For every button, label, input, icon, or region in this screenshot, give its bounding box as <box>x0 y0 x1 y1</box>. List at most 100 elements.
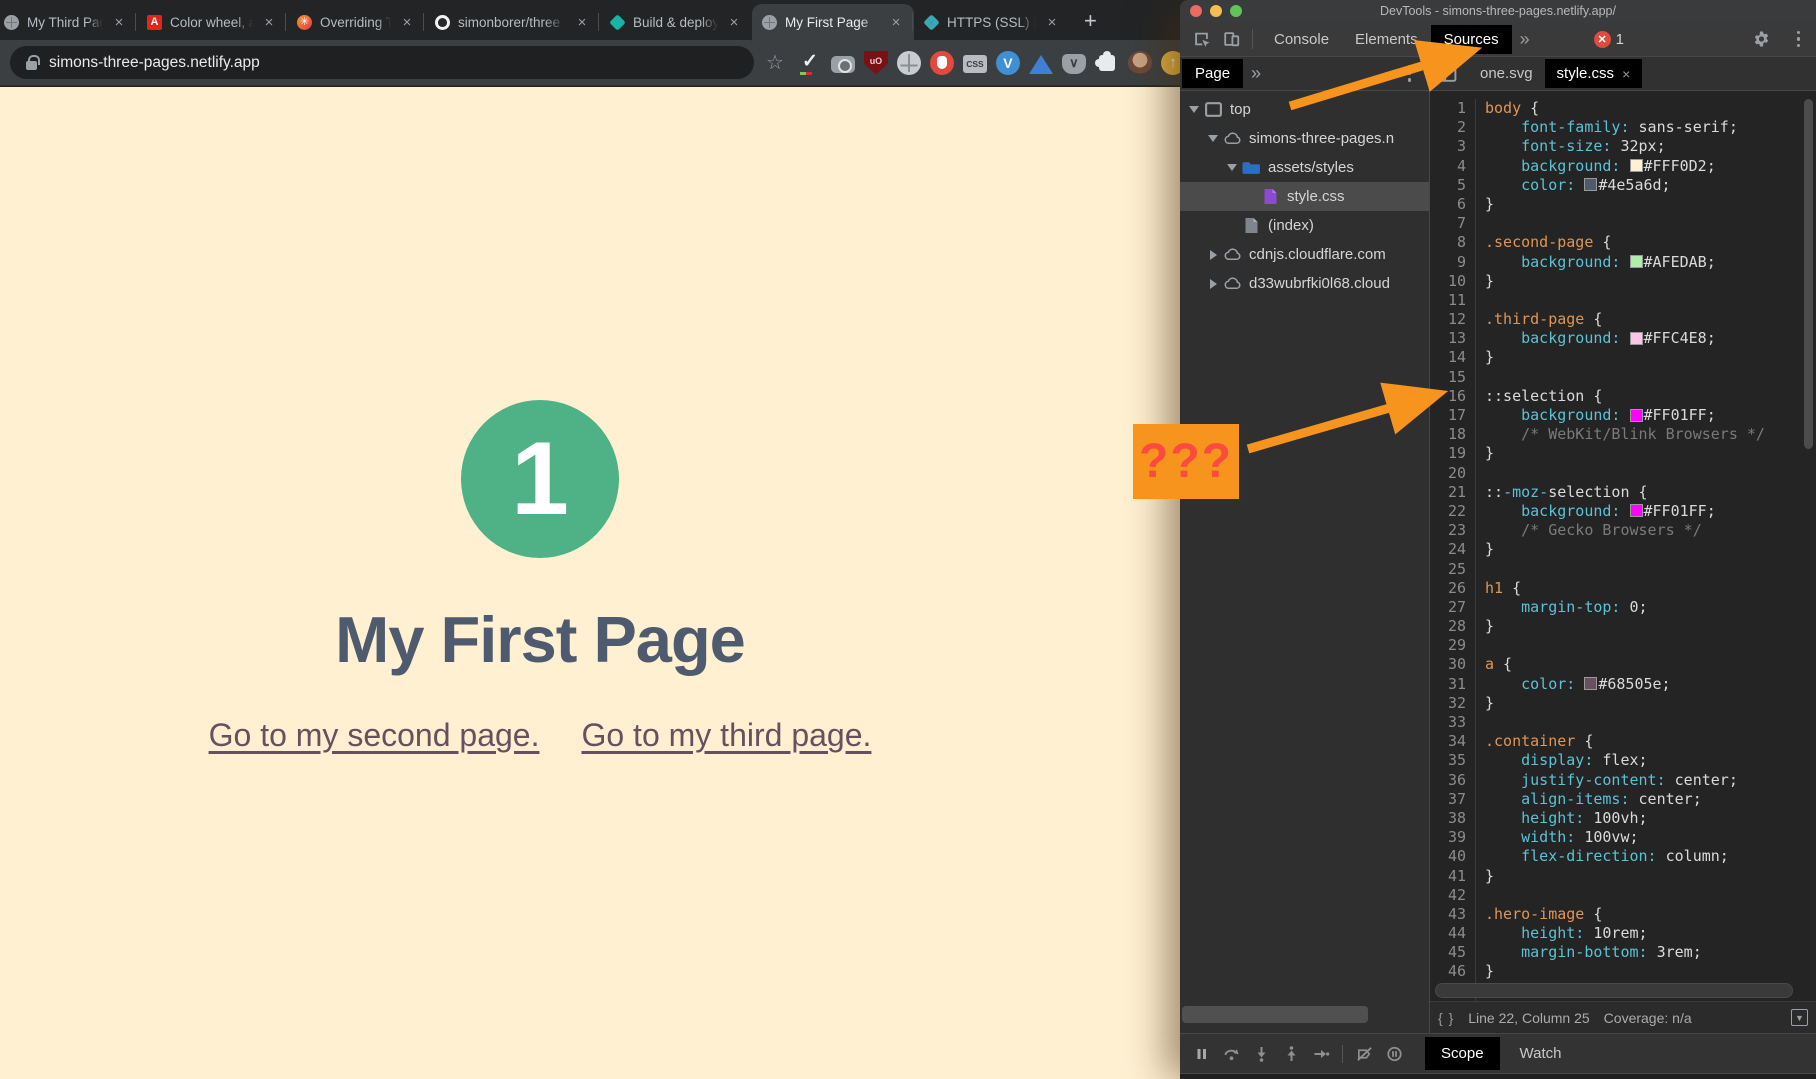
line-content: background: #FFF0D2; <box>1476 157 1716 176</box>
pause-script-icon[interactable] <box>1186 1041 1216 1067</box>
device-toolbar-icon[interactable] <box>1220 29 1242 49</box>
deactivate-breakpoints-icon[interactable] <box>1349 1041 1379 1067</box>
tab-title: Overriding The D <box>320 15 391 30</box>
chevron-right-icon[interactable] <box>1205 250 1221 260</box>
editor-tab-close-icon[interactable]: × <box>1622 66 1630 82</box>
bookmark-star-icon[interactable]: ☆ <box>766 50 784 75</box>
inspect-element-icon[interactable] <box>1190 29 1212 49</box>
step-out-icon[interactable] <box>1276 1041 1306 1067</box>
code-line-11: 11 <box>1430 291 1816 310</box>
tree-item-label: style.css <box>1287 188 1345 205</box>
line-number: 28 <box>1430 617 1476 636</box>
code-editor[interactable]: 1body {2 font-family: sans-serif;3 font-… <box>1430 91 1816 1001</box>
browser-tab-4[interactable]: simonborer/three× <box>425 4 600 40</box>
navigator-menu-icon[interactable] <box>1402 65 1418 82</box>
chevron-down-icon[interactable] <box>1224 164 1240 171</box>
puzzle-icon[interactable] <box>1099 55 1115 71</box>
panel-tab-sources[interactable]: Sources <box>1431 25 1512 54</box>
close-window-button[interactable] <box>1190 5 1202 17</box>
tab-page[interactable]: Page <box>1182 59 1243 88</box>
settings-gear-icon[interactable] <box>1751 29 1773 49</box>
step-icon[interactable] <box>1306 1041 1336 1067</box>
line-number: 9 <box>1430 253 1476 272</box>
color-swatch[interactable] <box>1584 178 1597 191</box>
hand-icon[interactable] <box>930 51 954 75</box>
color-swatch[interactable] <box>1584 677 1597 690</box>
pocket-icon[interactable] <box>1062 54 1086 74</box>
color-swatch[interactable] <box>1630 504 1643 517</box>
panel-toggle-icon[interactable]: ▼ <box>1791 1009 1808 1026</box>
cloud-icon <box>1221 275 1243 292</box>
color-swatch[interactable] <box>1630 409 1643 422</box>
editor-vertical-scrollbar[interactable] <box>1804 99 1813 449</box>
tab-close-icon[interactable]: × <box>261 14 277 31</box>
v-icon[interactable] <box>996 51 1020 75</box>
line-content <box>1476 636 1485 655</box>
ruler-icon[interactable] <box>1029 55 1053 74</box>
ublock-icon[interactable] <box>864 51 888 75</box>
panel-tab-console[interactable]: Console <box>1261 25 1342 54</box>
editor-tab-one.svg[interactable]: one.svg <box>1468 59 1545 88</box>
camera-icon[interactable] <box>831 56 855 73</box>
browser-tab-6[interactable]: My First Page× <box>752 4 914 40</box>
avatar[interactable] <box>1128 51 1152 75</box>
debugger-tab-scope[interactable]: Scope <box>1425 1037 1500 1070</box>
browser-tab-5[interactable]: Build & deploy | S× <box>600 4 752 40</box>
devtools-panel-tabs: ConsoleElementsSources <box>1261 25 1512 54</box>
step-over-icon[interactable] <box>1216 1041 1246 1067</box>
color-swatch[interactable] <box>1630 159 1643 172</box>
tree-item--index-[interactable]: (index) <box>1180 211 1429 240</box>
line-number: 37 <box>1430 790 1476 809</box>
tab-close-icon[interactable]: × <box>726 14 742 31</box>
debugger-tab-watch[interactable]: Watch <box>1504 1037 1578 1070</box>
line-number: 3 <box>1430 137 1476 156</box>
browser-tab-1[interactable]: My Third Page× <box>0 4 137 40</box>
collapse-navigator-icon[interactable] <box>1436 64 1458 84</box>
tab-close-icon[interactable]: × <box>888 14 904 31</box>
editor-horizontal-scrollbar[interactable] <box>1435 983 1793 998</box>
panel-tab-elements[interactable]: Elements <box>1342 25 1431 54</box>
more-panels-chevron[interactable]: » <box>1512 29 1538 50</box>
step-into-icon[interactable] <box>1246 1041 1276 1067</box>
page-link-2[interactable]: Go to my third page. <box>581 717 871 754</box>
tab-close-icon[interactable]: × <box>111 14 127 31</box>
browser-tab-2[interactable]: Color wheel, a co× <box>137 4 287 40</box>
tab-close-icon[interactable]: × <box>399 14 415 31</box>
editor-tab-bar: one.svgstyle.css× <box>1430 57 1816 90</box>
coverage-status: Coverage: n/a <box>1604 1010 1692 1026</box>
navigator-horizontal-scrollbar[interactable] <box>1182 1006 1368 1023</box>
browser-tab-3[interactable]: Overriding The D × <box>287 4 425 40</box>
tree-item-d33wubrfki0l68-cloud[interactable]: d33wubrfki0l68.cloud <box>1180 269 1429 298</box>
devtools-menu-icon[interactable] <box>1791 31 1807 48</box>
browser-tab-7[interactable]: HTTPS (SSL) | N× <box>914 4 1070 40</box>
color-swatch[interactable] <box>1630 255 1643 268</box>
error-badge[interactable]: ✕ 1 <box>1594 31 1624 48</box>
chevron-down-icon[interactable] <box>1205 135 1221 142</box>
tree-item-top[interactable]: top <box>1180 95 1429 124</box>
more-navigator-tabs-chevron[interactable]: » <box>1243 63 1269 84</box>
page-link-1[interactable]: Go to my second page. <box>209 717 540 754</box>
pause-on-exceptions-icon[interactable] <box>1379 1041 1409 1067</box>
pretty-print-icon[interactable]: { } <box>1438 1010 1454 1026</box>
code-line-37: 37 align-items: center; <box>1430 790 1816 809</box>
tree-item-style-css[interactable]: style.css <box>1180 182 1429 211</box>
chevron-down-icon[interactable] <box>1186 106 1202 113</box>
url-text[interactable]: simons-three-pages.netlify.app <box>49 54 260 72</box>
devtools-titlebar[interactable]: DevTools - simons-three-pages.netlify.ap… <box>1180 0 1816 22</box>
editor-tab-style.css[interactable]: style.css× <box>1545 59 1643 88</box>
checkmark-icon[interactable] <box>798 51 822 75</box>
tree-item-simons-three-pages-n[interactable]: simons-three-pages.n <box>1180 124 1429 153</box>
zoom-window-button[interactable] <box>1230 5 1242 17</box>
tree-item-cdnjs-cloudflare-com[interactable]: cdnjs.cloudflare.com <box>1180 240 1429 269</box>
new-tab-button[interactable]: + <box>1084 8 1097 34</box>
address-bar[interactable]: simons-three-pages.netlify.app <box>10 46 754 79</box>
tab-close-icon[interactable]: × <box>574 14 590 31</box>
css-icon[interactable] <box>963 55 987 73</box>
globe2-icon[interactable] <box>897 51 921 75</box>
code-line-9: 9 background: #AFEDAB; <box>1430 253 1816 272</box>
chevron-right-icon[interactable] <box>1205 279 1221 289</box>
tab-close-icon[interactable]: × <box>1044 14 1060 31</box>
color-swatch[interactable] <box>1630 332 1643 345</box>
tree-item-assets-styles[interactable]: assets/styles <box>1180 153 1429 182</box>
minimize-window-button[interactable] <box>1210 5 1222 17</box>
